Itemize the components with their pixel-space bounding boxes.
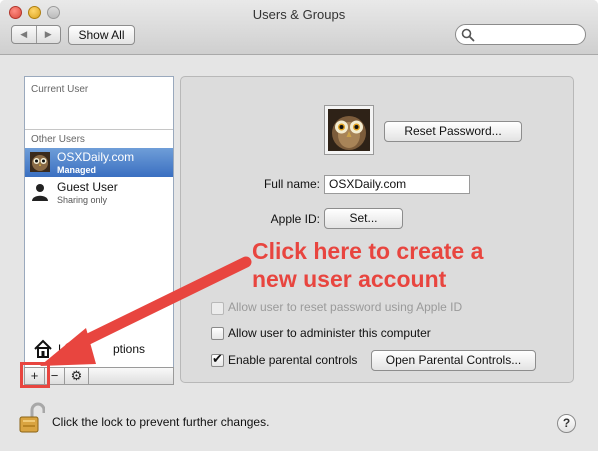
forward-arrow-icon[interactable]: ▶ [37, 26, 61, 43]
action-gear-button[interactable]: ⚙ [65, 368, 89, 384]
window-title: Users & Groups [252, 7, 346, 22]
house-icon [34, 339, 52, 358]
person-silhouette-icon [32, 184, 48, 201]
user-subtitle: Sharing only [57, 195, 108, 205]
user-list: Current User Other Users OSXDaily.com Ma… [24, 76, 174, 368]
login-options-label-end: ptions [113, 342, 146, 356]
help-button[interactable]: ? [557, 414, 576, 433]
checkmark-icon: ✔ [212, 351, 223, 366]
user-row-guest[interactable]: Guest User Sharing only [25, 178, 173, 207]
section-divider [25, 129, 173, 130]
set-apple-id-button[interactable]: Set... [324, 208, 403, 229]
login-options-label-start: L [58, 342, 65, 356]
login-options-item[interactable]: L ptions [33, 339, 173, 361]
annotation-line-2: new user account [252, 266, 447, 292]
full-name-field[interactable]: OSXDaily.com [324, 175, 470, 194]
reset-password-apple-id-checkbox[interactable] [211, 302, 224, 315]
owl-picture-icon [328, 109, 370, 151]
owl-avatar-icon [30, 152, 50, 172]
user-name: Guest User [57, 180, 118, 194]
reset-password-button[interactable]: Reset Password... [384, 121, 522, 142]
reset-password-apple-id-label: Allow user to reset password using Apple… [228, 300, 463, 314]
full-name-label: Full name: [263, 177, 320, 191]
gear-icon: ⚙ [70, 368, 83, 383]
parental-controls-checkbox[interactable]: ✔ [211, 351, 224, 367]
other-users-header: Other Users [31, 134, 85, 145]
lock-status-text: Click the lock to prevent further change… [52, 415, 270, 429]
annotation-callout: Click here to create a new user account [252, 237, 522, 293]
administer-computer-checkbox[interactable] [211, 327, 224, 340]
current-user-header: Current User [31, 84, 89, 95]
title-bar: Users & Groups ◀ ▶ Show All [0, 0, 598, 55]
administer-computer-label: Allow user to administer this computer [228, 326, 431, 340]
user-subtitle: Managed [57, 165, 97, 175]
annotation-line-1: Click here to create a [252, 238, 484, 264]
parental-controls-label: Enable parental controls [228, 353, 358, 367]
back-arrow-icon[interactable]: ◀ [12, 26, 37, 43]
user-name: OSXDaily.com [57, 150, 135, 164]
apple-id-label: Apple ID: [270, 212, 320, 226]
search-field[interactable] [455, 24, 586, 45]
users-groups-window: Users & Groups ◀ ▶ Show All Current User… [0, 0, 598, 451]
open-parental-controls-button[interactable]: Open Parental Controls... [371, 350, 536, 371]
unlocked-padlock-icon[interactable] [19, 402, 45, 434]
search-icon [461, 28, 475, 42]
user-row-osxdaily[interactable]: OSXDaily.com Managed [25, 148, 173, 177]
add-button-highlight [20, 362, 50, 388]
back-forward-control: ◀ ▶ [11, 25, 61, 44]
user-picture[interactable] [324, 105, 374, 155]
show-all-button[interactable]: Show All [68, 25, 135, 45]
